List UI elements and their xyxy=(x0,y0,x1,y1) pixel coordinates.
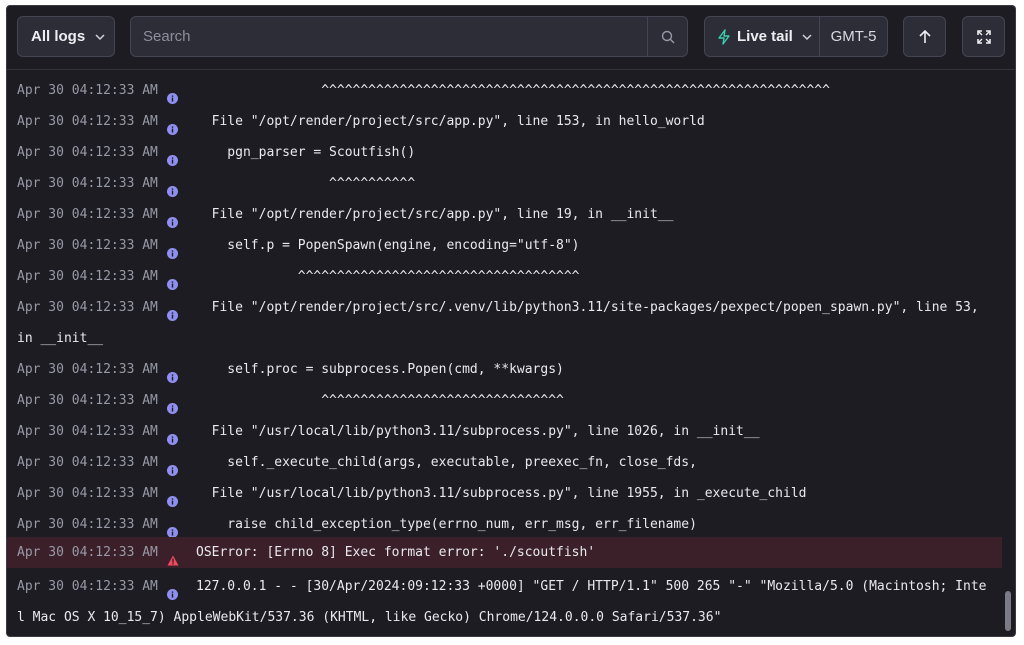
log-message: ^^^^^^^^^^^^^^^^^^^^^^^^^^^^^^^ xyxy=(196,393,564,408)
search-input[interactable] xyxy=(131,16,647,57)
info-icon xyxy=(167,178,178,197)
log-row[interactable]: Apr 30 04:12:33 AM File "/opt/render/pro… xyxy=(7,292,1015,354)
live-tail-group: Live tail GMT-5 xyxy=(704,16,888,57)
info-icon xyxy=(167,116,178,135)
log-timestamp: Apr 30 04:12:33 AM xyxy=(17,269,158,284)
info-icon xyxy=(167,240,178,259)
log-row[interactable]: Apr 30 04:12:33 AM self._execute_child(a… xyxy=(7,447,1015,478)
log-timestamp: Apr 30 04:12:33 AM xyxy=(17,114,158,129)
log-row[interactable]: Apr 30 04:12:33 AM ^^^^^^^^^^^^^^^^^^^^^… xyxy=(7,261,1015,292)
timezone-label: GMT-5 xyxy=(830,28,877,45)
info-icon xyxy=(167,488,178,507)
log-row-error[interactable]: Apr 30 04:12:33 AM OSError: [Errno 8] Exe… xyxy=(7,537,1002,568)
log-message: File "/usr/local/lib/python3.11/subproce… xyxy=(196,486,807,501)
log-message: File "/opt/render/project/src/app.py", l… xyxy=(196,114,705,129)
info-icon xyxy=(167,364,178,383)
toolbar: All logs Live tail GMT-5 xyxy=(7,6,1015,70)
log-timestamp: Apr 30 04:12:33 AM xyxy=(17,176,158,191)
log-row[interactable]: Apr 30 04:12:33 AM self.p = PopenSpawn(e… xyxy=(7,230,1015,261)
search-box xyxy=(130,16,688,57)
log-row[interactable]: Apr 30 04:12:33 AM pgn_parser = Scoutfis… xyxy=(7,137,1015,168)
log-timestamp: Apr 30 04:12:33 AM xyxy=(17,238,158,253)
log-row[interactable]: Apr 30 04:12:33 AM ^^^^^^^^^^^^^^^^^^^^^… xyxy=(7,75,1015,106)
log-filter-label: All logs xyxy=(31,28,86,45)
log-row[interactable]: Apr 30 04:12:33 AM File "/opt/render/pro… xyxy=(7,106,1015,137)
log-message: ^^^^^^^^^^^ xyxy=(196,176,416,191)
info-icon xyxy=(167,519,178,538)
log-message: ^^^^^^^^^^^^^^^^^^^^^^^^^^^^^^^^^^^^ xyxy=(196,269,580,284)
log-message: self._execute_child(args, executable, pr… xyxy=(196,455,697,470)
log-row[interactable]: Apr 30 04:12:33 AM File "/opt/render/pro… xyxy=(7,199,1015,230)
log-filter-dropdown[interactable]: All logs xyxy=(17,16,115,57)
log-message: 127.0.0.1 - - [30/Apr/2024:09:12:33 +000… xyxy=(17,579,987,625)
log-row[interactable]: Apr 30 04:12:33 AM raise child_exception… xyxy=(7,509,1015,540)
log-row[interactable]: Apr 30 04:12:33 AM ^^^^^^^^^^^ xyxy=(7,168,1015,199)
log-timestamp: Apr 30 04:12:33 AM xyxy=(17,362,158,377)
timezone-selector[interactable]: GMT-5 xyxy=(820,28,887,45)
info-icon xyxy=(167,147,178,166)
log-message: self.p = PopenSpawn(engine, encoding="ut… xyxy=(196,238,580,253)
log-list[interactable]: Apr 30 04:12:33 AM ^^^^^^^^^^^^^^^^^^^^^… xyxy=(7,70,1015,636)
log-row[interactable]: Apr 30 04:12:33 AM 127.0.0.1 - - [30/Apr/… xyxy=(7,571,1015,633)
log-message: File "/opt/render/project/src/app.py", l… xyxy=(196,207,674,222)
live-tail-dropdown[interactable]: Live tail xyxy=(705,17,820,56)
log-message: ^^^^^^^^^^^^^^^^^^^^^^^^^^^^^^^^^^^^^^^^… xyxy=(196,83,830,98)
fullscreen-icon xyxy=(976,29,991,44)
log-row[interactable]: Apr 30 04:12:33 AM ^^^^^^^^^^^^^^^^^^^^^… xyxy=(7,385,1015,416)
log-viewer: All logs Live tail GMT-5 Apr 30 04:12 xyxy=(6,5,1016,637)
log-timestamp: Apr 30 04:12:33 AM xyxy=(17,486,158,501)
info-icon xyxy=(167,457,178,476)
log-row[interactable]: Apr 30 04:12:33 AM File "/usr/local/lib/… xyxy=(7,416,1015,447)
scroll-to-top-button[interactable] xyxy=(903,16,946,57)
warning-icon xyxy=(167,547,179,566)
lightning-icon xyxy=(718,28,730,45)
log-timestamp: Apr 30 04:12:33 AM xyxy=(17,545,158,560)
info-icon xyxy=(167,271,178,290)
log-message: File "/opt/render/project/src/.venv/lib/… xyxy=(17,300,987,346)
log-message: raise child_exception_type(errno_num, er… xyxy=(196,517,697,532)
chevron-down-icon xyxy=(95,33,105,40)
scrollbar-thumb[interactable] xyxy=(1005,591,1011,631)
log-message: File "/usr/local/lib/python3.11/subproce… xyxy=(196,424,760,439)
log-timestamp: Apr 30 04:12:33 AM xyxy=(17,455,158,470)
log-row[interactable]: Apr 30 04:12:33 AM File "/usr/local/lib/… xyxy=(7,478,1015,509)
live-tail-label: Live tail xyxy=(737,28,793,45)
log-message: OSError: [Errno 8] Exec format error: '.… xyxy=(196,545,596,560)
chevron-down-icon xyxy=(802,33,812,40)
info-icon xyxy=(167,395,178,414)
log-timestamp: Apr 30 04:12:33 AM xyxy=(17,83,158,98)
search-button[interactable] xyxy=(647,17,687,56)
log-timestamp: Apr 30 04:12:33 AM xyxy=(17,424,158,439)
log-timestamp: Apr 30 04:12:33 AM xyxy=(17,517,158,532)
info-icon xyxy=(167,85,178,104)
log-message: pgn_parser = Scoutfish() xyxy=(196,145,416,160)
info-icon xyxy=(167,209,178,228)
arrow-up-icon xyxy=(918,29,931,43)
search-icon xyxy=(661,30,674,43)
log-message: self.proc = subprocess.Popen(cmd, **kwar… xyxy=(196,362,564,377)
fullscreen-button[interactable] xyxy=(962,16,1005,57)
log-row[interactable]: Apr 30 04:12:33 AM self.proc = subproces… xyxy=(7,354,1015,385)
log-timestamp: Apr 30 04:12:33 AM xyxy=(17,145,158,160)
info-icon xyxy=(167,426,178,445)
log-timestamp: Apr 30 04:12:33 AM xyxy=(17,393,158,408)
log-timestamp: Apr 30 04:12:33 AM xyxy=(17,207,158,222)
